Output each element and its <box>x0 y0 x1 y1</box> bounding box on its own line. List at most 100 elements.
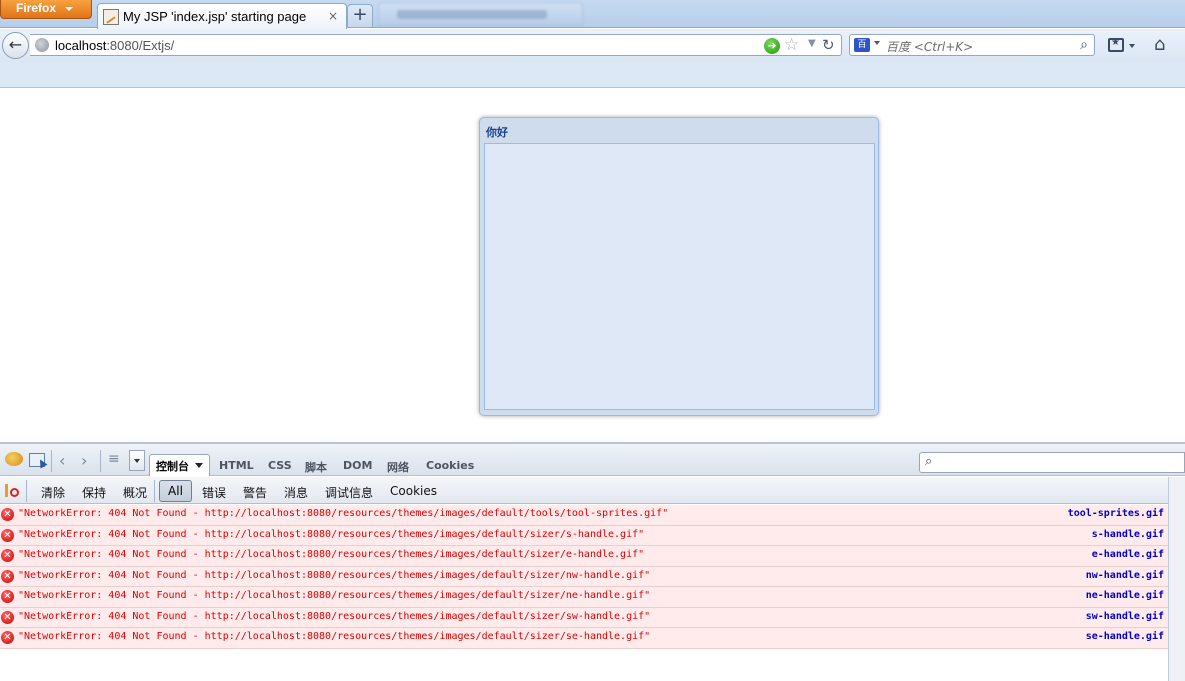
console-error-row[interactable]: ✕ "NetworkError: 404 Not Found - http://… <box>0 566 1168 587</box>
new-tab-button[interactable]: + <box>347 4 373 28</box>
back-button[interactable]: ← <box>2 32 29 59</box>
console-filter-bar: 清除 保持 概况 All 错误 警告 消息 调试信息 Cookies <box>0 477 1168 504</box>
error-icon: ✕ <box>1 528 14 542</box>
console-error-row[interactable]: ✕ "NetworkError: 404 Not Found - http://… <box>0 607 1168 628</box>
toolbar-divider <box>154 480 155 502</box>
panel-options-menu-button[interactable] <box>129 450 145 471</box>
error-source-link[interactable]: s-handle.gif <box>1092 529 1164 540</box>
back-arrow-icon: ← <box>8 35 23 54</box>
tab-console-label: 控制台 <box>156 460 189 473</box>
error-icon: ✕ <box>1 508 14 521</box>
tab-strip: Firefox My JSP 'index.jsp' starting page… <box>0 0 1185 29</box>
tab-html[interactable]: HTML <box>219 459 254 472</box>
tab-cookies[interactable]: Cookies <box>426 459 474 472</box>
console-error-row[interactable]: ✕ "NetworkError: 404 Not Found - http://… <box>0 546 1168 567</box>
firebug-search-input[interactable]: ⌕ <box>919 452 1185 473</box>
bookmarks-toolbar <box>0 62 1185 88</box>
page-favicon-icon <box>103 9 119 25</box>
home-button[interactable]: ⌂ <box>1154 34 1165 55</box>
filter-debug-button[interactable]: 调试信息 <box>325 484 373 501</box>
profile-button[interactable]: 概况 <box>123 484 147 501</box>
firefox-menu-button[interactable]: Firefox <box>0 0 92 19</box>
error-icon: ✕ <box>1 610 14 624</box>
tab-console[interactable]: 控制台 <box>149 454 210 476</box>
url-host: localhost <box>55 38 107 53</box>
error-source-link[interactable]: nw-handle.gif <box>1086 570 1164 581</box>
error-icon: ✕ <box>1 549 14 562</box>
star-icon[interactable]: ☆ <box>784 35 799 55</box>
firebug-icon[interactable] <box>5 452 23 466</box>
tab-close-icon[interactable]: × <box>326 9 340 23</box>
page-content: 你好 <box>0 88 1185 442</box>
bookmarks-button[interactable] <box>1108 36 1138 54</box>
error-icon: ✕ <box>1 631 14 644</box>
error-icon: ✕ <box>1 569 14 583</box>
tab-active[interactable]: My JSP 'index.jsp' starting page × <box>97 3 347 29</box>
console-error-row[interactable]: ✕ "NetworkError: 404 Not Found - http://… <box>0 587 1168 608</box>
tab-background[interactable] <box>378 2 583 26</box>
search-engine-icon[interactable]: 百 <box>854 38 870 52</box>
search-placeholder: 百度 <Ctrl+K> <box>886 40 974 54</box>
chevron-down-icon <box>65 7 73 11</box>
tab-dom[interactable]: DOM <box>343 459 372 472</box>
clear-button[interactable]: 清除 <box>41 484 65 501</box>
history-dropdown-icon[interactable]: ▼ <box>808 38 816 49</box>
url-path: :8080/Extjs/ <box>106 38 175 53</box>
engine-dropdown-icon[interactable] <box>874 41 880 45</box>
error-message[interactable]: "NetworkError: 404 Not Found - http://lo… <box>18 590 650 601</box>
console-error-row[interactable]: ✕ "NetworkError: 404 Not Found - http://… <box>0 505 1168 526</box>
error-source-link[interactable]: ne-handle.gif <box>1086 590 1164 601</box>
nav-forward-icon[interactable]: › <box>81 451 87 470</box>
search-bar[interactable]: 百 百度 <Ctrl+K> ⌕ <box>849 34 1095 56</box>
bookmarks-icon <box>1108 37 1124 52</box>
error-message[interactable]: "NetworkError: 404 Not Found - http://lo… <box>18 529 644 540</box>
error-message[interactable]: "NetworkError: 404 Not Found - http://lo… <box>18 631 650 642</box>
chevron-down-icon <box>195 463 203 468</box>
console-scrollbar[interactable] <box>1168 477 1185 681</box>
firebug-toolbar: ‹ › ≡ 控制台 HTML CSS 脚本 DOM 网络 Cookies ⌕ <box>0 444 1185 476</box>
panel-title: 你好 <box>486 126 508 139</box>
toolbar-divider <box>26 480 27 502</box>
list-icon[interactable]: ≡ <box>108 451 120 467</box>
error-source-link[interactable]: se-handle.gif <box>1086 631 1164 642</box>
tab-title: My JSP 'index.jsp' starting page <box>123 9 307 24</box>
filter-warnings-button[interactable]: 警告 <box>243 484 267 501</box>
tab-script[interactable]: 脚本 <box>305 459 327 475</box>
search-icon[interactable]: ⌕ <box>1080 37 1088 53</box>
error-message[interactable]: "NetworkError: 404 Not Found - http://lo… <box>18 570 650 581</box>
toolbar-divider <box>100 450 101 472</box>
filter-info-button[interactable]: 消息 <box>284 484 308 501</box>
go-icon[interactable]: ➜ <box>764 38 780 54</box>
error-source-link[interactable]: sw-handle.gif <box>1086 611 1164 622</box>
search-icon: ⌕ <box>925 454 933 469</box>
filter-all-button[interactable]: All <box>159 480 192 502</box>
url-bar[interactable]: localhost:8080/Extjs/ ➜ ☆ ▼ ↻ <box>30 34 842 56</box>
nav-back-icon[interactable]: ‹ <box>59 451 65 470</box>
error-message[interactable]: "NetworkError: 404 Not Found - http://lo… <box>18 549 644 560</box>
toolbar-divider <box>51 450 52 472</box>
chevron-down-icon <box>1129 44 1135 48</box>
reload-icon[interactable]: ↻ <box>822 36 835 54</box>
error-source-link[interactable]: e-handle.gif <box>1092 549 1164 560</box>
tab-css[interactable]: CSS <box>268 459 292 472</box>
console-error-row[interactable]: ✕ "NetworkError: 404 Not Found - http://… <box>0 525 1168 546</box>
filter-errors-button[interactable]: 错误 <box>202 484 226 501</box>
tab-net[interactable]: 网络 <box>387 459 409 475</box>
error-message[interactable]: "NetworkError: 404 Not Found - http://lo… <box>18 508 668 519</box>
console-clear-icon[interactable] <box>5 484 19 498</box>
persist-button[interactable]: 保持 <box>82 484 106 501</box>
inspect-icon[interactable] <box>29 453 45 467</box>
error-message[interactable]: "NetworkError: 404 Not Found - http://lo… <box>18 611 650 622</box>
console-error-row[interactable]: ✕ "NetworkError: 404 Not Found - http://… <box>0 628 1168 649</box>
globe-icon <box>35 38 49 52</box>
extjs-panel: 你好 <box>479 117 879 416</box>
blurred-tab-label <box>397 10 547 19</box>
error-source-link[interactable]: tool-sprites.gif <box>1068 508 1164 519</box>
home-icon: ⌂ <box>1154 34 1166 55</box>
url-text[interactable]: localhost:8080/Extjs/ <box>55 38 174 53</box>
error-icon: ✕ <box>1 590 14 603</box>
firebug-panel: ‹ › ≡ 控制台 HTML CSS 脚本 DOM 网络 Cookies ⌕ 清… <box>0 442 1185 681</box>
filter-cookies-button[interactable]: Cookies <box>390 484 437 498</box>
firefox-menu-label: Firefox <box>16 1 57 15</box>
navigation-bar: ← localhost:8080/Extjs/ ➜ ☆ ▼ ↻ 百 百度 <Ct… <box>0 29 1185 62</box>
